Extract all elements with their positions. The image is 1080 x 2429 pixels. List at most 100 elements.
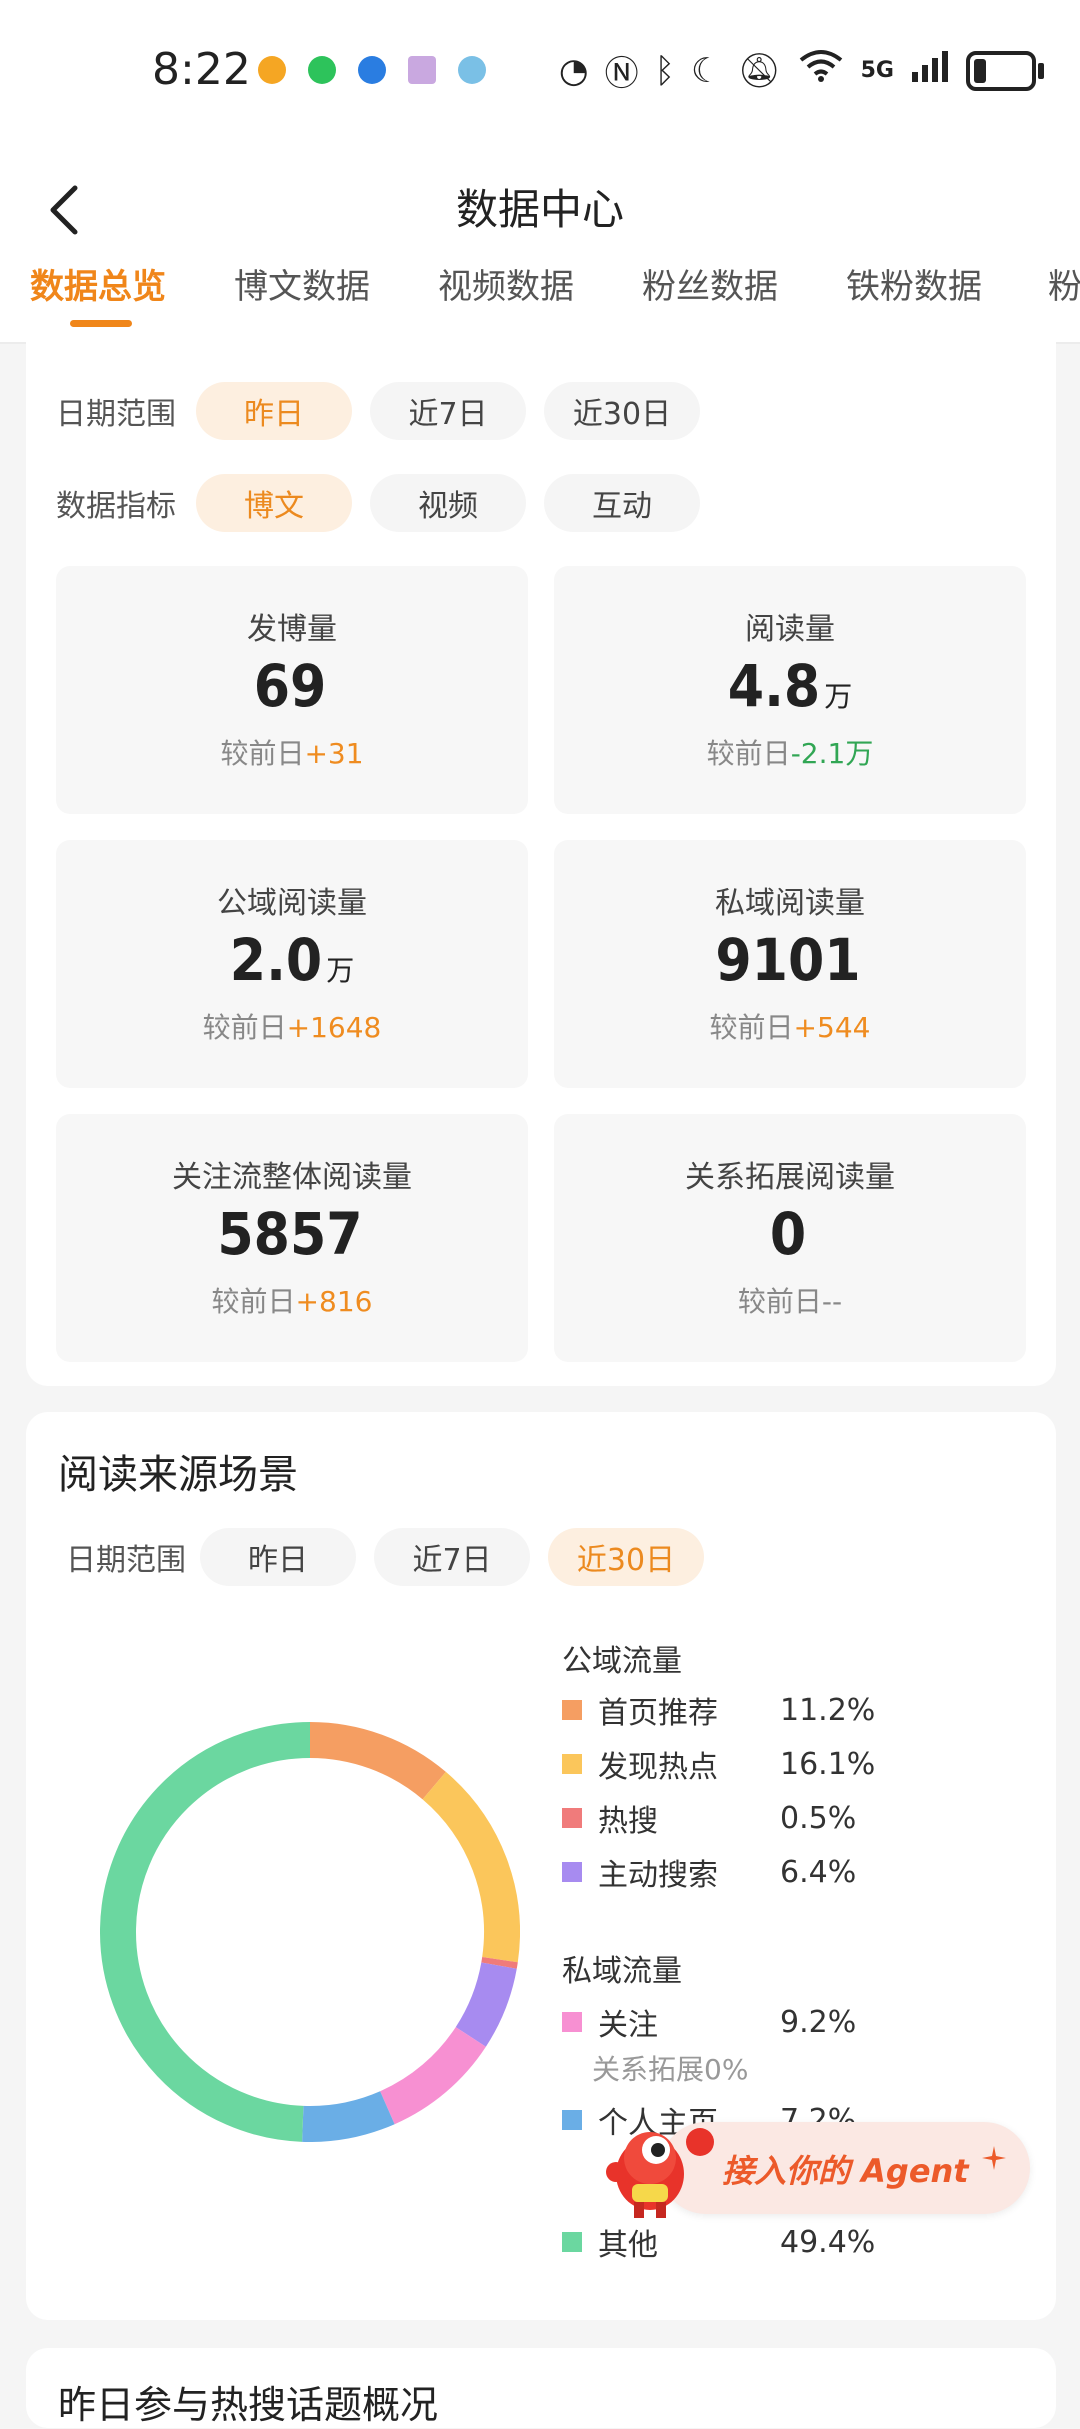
date-range-label: 日期范围: [56, 397, 176, 432]
date-option-yesterday[interactable]: 昨日: [196, 382, 352, 440]
signal-icon: [910, 50, 950, 91]
source-date-filter: 日期范围 昨日 近7日 近30日: [66, 1528, 722, 1586]
legend-item-discover-hot: 发现热点 16.1%: [562, 1742, 875, 1786]
donut-slice-5: [379, 2026, 486, 2125]
status-system-icons: ◔ Ⓝ ᛒ ☾ 🔕︎ 5G: [558, 46, 1044, 95]
status-bar: 8:22 ◔ Ⓝ ᛒ ☾ 🔕︎ 5G: [0, 0, 1080, 150]
metric-value: 9101: [715, 926, 861, 994]
metric-delta: 较前日+816: [211, 1285, 373, 1318]
source-date-30days[interactable]: 近30日: [548, 1528, 704, 1586]
legend-item-homepage-recommend: 首页推荐 11.2%: [562, 1688, 875, 1732]
metric-option-posts[interactable]: 博文: [196, 474, 352, 532]
metric-delta: 较前日+1648: [202, 1011, 382, 1044]
weibo-icon: [258, 56, 286, 84]
donut-slice-2: [422, 1771, 520, 1963]
tab-fans-data[interactable]: 粉丝数据: [642, 262, 778, 342]
metric-card-reads[interactable]: 阅读量 4.8 万 较前日-2.1万: [554, 566, 1026, 814]
metric-delta: 较前日+31: [220, 737, 364, 770]
legend-item-hot-search: 热搜 0.5%: [562, 1796, 856, 1840]
metric-value: 69: [253, 652, 327, 720]
status-time: 8:22: [152, 44, 251, 95]
relation-expansion-note: 关系拓展0%: [592, 2053, 749, 2086]
legend-item-other: 其他 49.4%: [562, 2220, 875, 2264]
metric-value: 0: [769, 1200, 807, 1268]
metric-value: 2.0 万: [229, 926, 355, 994]
agent-floating-button[interactable]: 接入你的 Agent: [604, 2102, 1032, 2218]
metric-label: 发博量: [247, 612, 337, 647]
metric-card-relation-reads[interactable]: 关系拓展阅读量 0 较前日--: [554, 1114, 1026, 1362]
status-app-icons: [258, 56, 486, 84]
metric-option-video[interactable]: 视频: [370, 474, 526, 532]
legend-item-active-search: 主动搜索 6.4%: [562, 1850, 856, 1894]
transfer-icon: [358, 56, 386, 84]
metric-card-public-reads[interactable]: 公域阅读量 2.0 万 较前日+1648: [56, 840, 528, 1088]
metric-card-follow-feed-reads[interactable]: 关注流整体阅读量 5857 较前日+816: [56, 1114, 528, 1362]
overview-card: 日期范围 昨日 近7日 近30日 数据指标 博文 视频 互动 发博量 69 较前…: [26, 342, 1056, 1386]
read-source-donut-chart: [100, 1722, 520, 2142]
metric-option-interaction[interactable]: 互动: [544, 474, 700, 532]
private-traffic-title: 私域流量: [562, 1954, 682, 1989]
metric-value: 5857: [217, 1200, 363, 1268]
wechat-icon: [308, 56, 336, 84]
source-date-yesterday[interactable]: 昨日: [200, 1528, 356, 1586]
metric-type-label: 数据指标: [56, 489, 176, 524]
legend-swatch: [562, 1808, 582, 1828]
hot-topics-title: 昨日参与热搜话题概况: [58, 2383, 439, 2427]
date-option-7days[interactable]: 近7日: [370, 382, 526, 440]
legend-swatch: [562, 2110, 582, 2130]
tab-bar: 数据总览 博文数据 视频数据 粉丝数据 铁粉数据 粉: [0, 262, 1080, 344]
metric-label: 关注流整体阅读量: [172, 1160, 412, 1195]
legend-swatch: [562, 1862, 582, 1882]
sparkle-icon: [982, 2146, 1006, 2170]
battery-icon: [966, 50, 1044, 91]
metric-card-private-reads[interactable]: 私域阅读量 9101 较前日+544: [554, 840, 1026, 1088]
metric-delta: 较前日--: [737, 1285, 843, 1318]
public-traffic-title: 公域流量: [562, 1644, 682, 1679]
page-title: 数据中心: [455, 185, 624, 234]
tab-video-data[interactable]: 视频数据: [438, 262, 574, 342]
network-type: 5G: [860, 57, 894, 83]
boat-icon: [458, 56, 486, 84]
metric-delta: 较前日+544: [709, 1011, 871, 1044]
donut-slice-3: [481, 1956, 518, 1969]
tab-indicator: [70, 320, 132, 327]
moon-icon: ☾: [690, 50, 722, 91]
legend-swatch: [562, 1754, 582, 1774]
metric-type-filter: 数据指标 博文 视频 互动: [56, 474, 718, 532]
tab-overview[interactable]: 数据总览: [30, 262, 166, 342]
agent-label: 接入你的 Agent: [722, 2152, 969, 2190]
metric-label: 公域阅读量: [217, 886, 367, 921]
donut-svg: [100, 1722, 520, 2142]
source-date-7days[interactable]: 近7日: [374, 1528, 530, 1586]
n-icon: Ⓝ: [604, 54, 639, 94]
date-range-filter: 日期范围 昨日 近7日 近30日: [56, 382, 718, 440]
source-date-label: 日期范围: [66, 1543, 186, 1578]
page-header: 数据中心: [0, 150, 1080, 270]
section-title: 阅读来源场景: [58, 1452, 298, 1498]
legend-item-follow: 关注 9.2%: [562, 2000, 856, 2044]
tab-post-data[interactable]: 博文数据: [234, 262, 370, 342]
metric-value: 4.8 万: [727, 652, 853, 720]
metric-label: 阅读量: [745, 612, 835, 647]
metric-label: 私域阅读量: [715, 886, 865, 921]
metric-card-posts[interactable]: 发博量 69 较前日+31: [56, 566, 528, 814]
nfc-icon: ◔: [558, 50, 589, 91]
legend-swatch: [562, 2232, 582, 2252]
wifi-icon: [797, 48, 845, 93]
mute-icon: 🔕︎: [737, 50, 781, 91]
date-option-30days[interactable]: 近30日: [544, 382, 700, 440]
donut-slice-4: [455, 1962, 517, 2047]
bluetooth-icon: ᛒ: [654, 50, 675, 91]
tab-iron-fans-data[interactable]: 铁粉数据: [846, 262, 982, 342]
donut-slice-1: [309, 1722, 446, 1800]
legend-swatch: [562, 2012, 582, 2032]
metric-label: 关系拓展阅读量: [685, 1160, 895, 1195]
mascot-icon: [606, 2128, 714, 2218]
legend-swatch: [562, 1700, 582, 1720]
mail-icon: [408, 56, 436, 84]
donut-slice-7: [100, 1722, 311, 2142]
tab-more[interactable]: 粉: [1048, 262, 1080, 342]
hot-topics-card: 昨日参与热搜话题概况: [26, 2348, 1056, 2428]
metric-delta: 较前日-2.1万: [706, 737, 874, 770]
donut-slice-6: [302, 2091, 395, 2142]
